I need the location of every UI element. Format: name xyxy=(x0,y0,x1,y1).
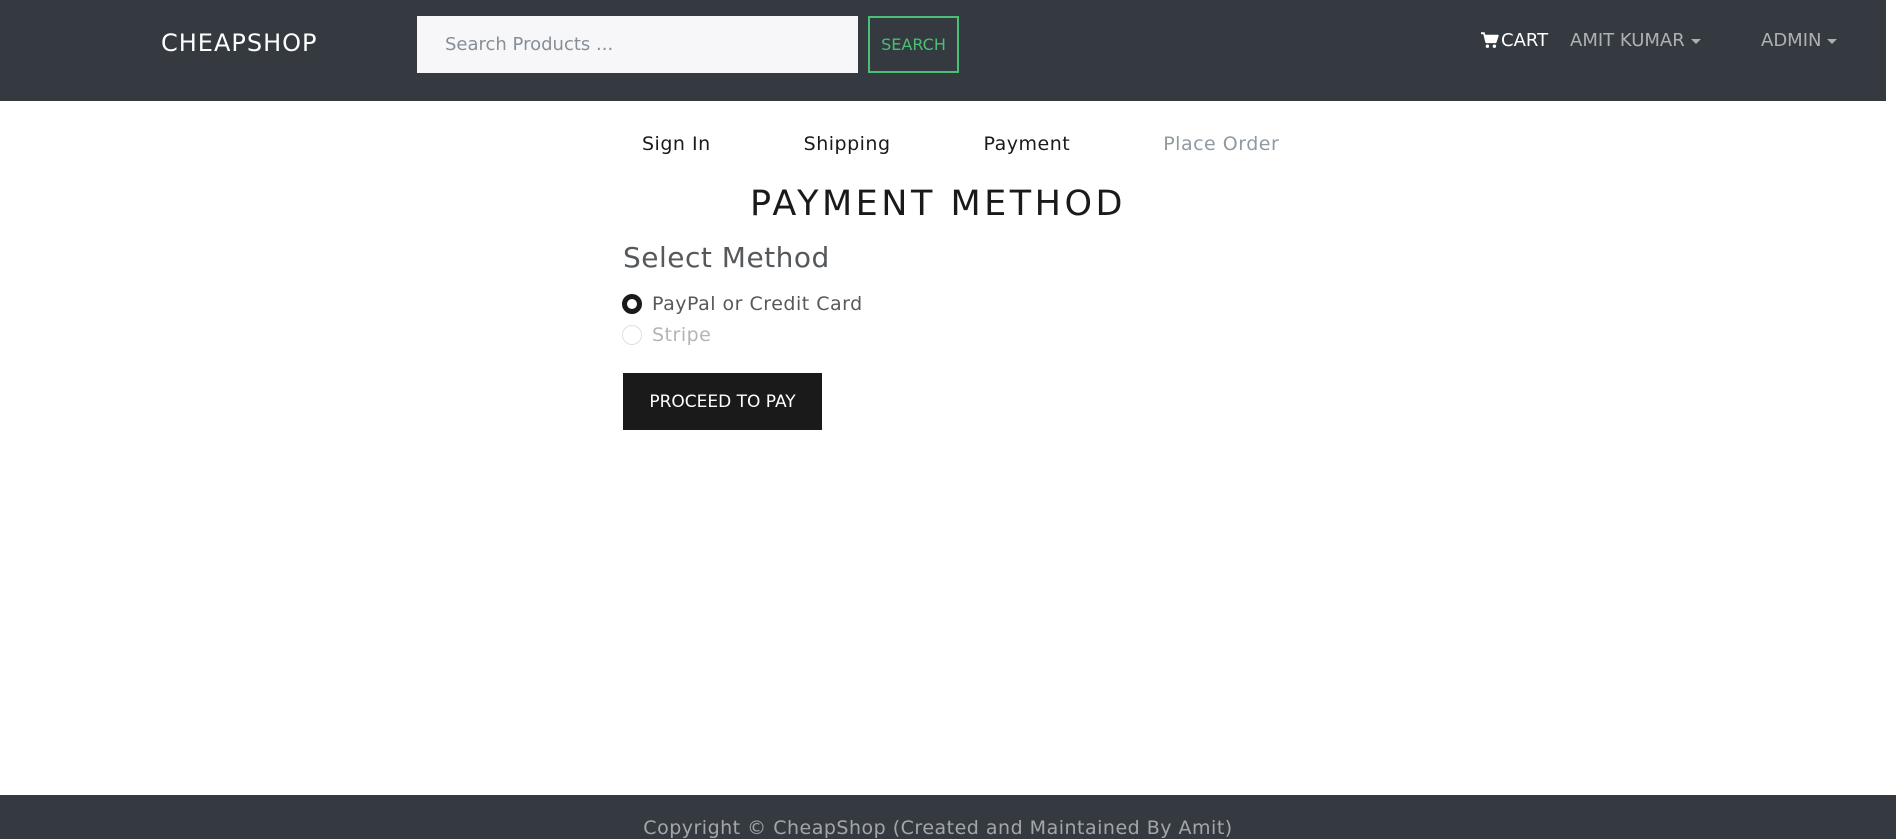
page: CHEAPSHOP SEARCH CART AMIT KUMAR ADMIN xyxy=(0,0,1896,839)
radio-option-paypal[interactable]: PayPal or Credit Card xyxy=(622,293,863,315)
cart-icon xyxy=(1481,32,1499,49)
radio-label-stripe: Stripe xyxy=(652,324,712,346)
select-method-legend: Select Method xyxy=(623,241,830,274)
step-sign-in[interactable]: Sign In xyxy=(620,133,733,155)
footer-copyright: Copyright © CheapShop (Created and Maint… xyxy=(643,817,1233,839)
radio-unchecked-icon[interactable] xyxy=(622,325,642,345)
step-payment[interactable]: Payment xyxy=(962,133,1093,155)
admin-menu-label: ADMIN xyxy=(1761,30,1822,51)
navbar: CHEAPSHOP SEARCH CART AMIT KUMAR ADMIN xyxy=(0,0,1886,101)
admin-menu-dropdown[interactable]: ADMIN xyxy=(1761,30,1838,51)
search-button[interactable]: SEARCH xyxy=(868,16,959,73)
caret-down-icon xyxy=(1827,39,1838,44)
cart-link[interactable]: CART xyxy=(1481,30,1548,51)
user-menu-dropdown[interactable]: AMIT KUMAR xyxy=(1570,30,1701,51)
step-shipping[interactable]: Shipping xyxy=(782,133,913,155)
caret-down-icon xyxy=(1690,39,1701,44)
radio-checked-icon[interactable] xyxy=(622,294,642,314)
radio-option-stripe[interactable]: Stripe xyxy=(622,324,711,346)
cart-label: CART xyxy=(1501,30,1549,51)
footer: Copyright © CheapShop (Created and Maint… xyxy=(0,795,1896,839)
user-menu-label: AMIT KUMAR xyxy=(1570,30,1685,51)
search-input[interactable] xyxy=(417,16,858,73)
step-place-order: Place Order xyxy=(1163,133,1280,155)
radio-label-paypal: PayPal or Credit Card xyxy=(652,293,863,315)
brand-logo[interactable]: CHEAPSHOP xyxy=(161,29,318,57)
proceed-to-pay-button[interactable]: PROCEED TO PAY xyxy=(623,373,822,430)
page-title: PAYMENT METHOD xyxy=(750,184,1126,224)
checkout-steps: Sign In Shipping Payment Place Order xyxy=(620,133,1301,155)
